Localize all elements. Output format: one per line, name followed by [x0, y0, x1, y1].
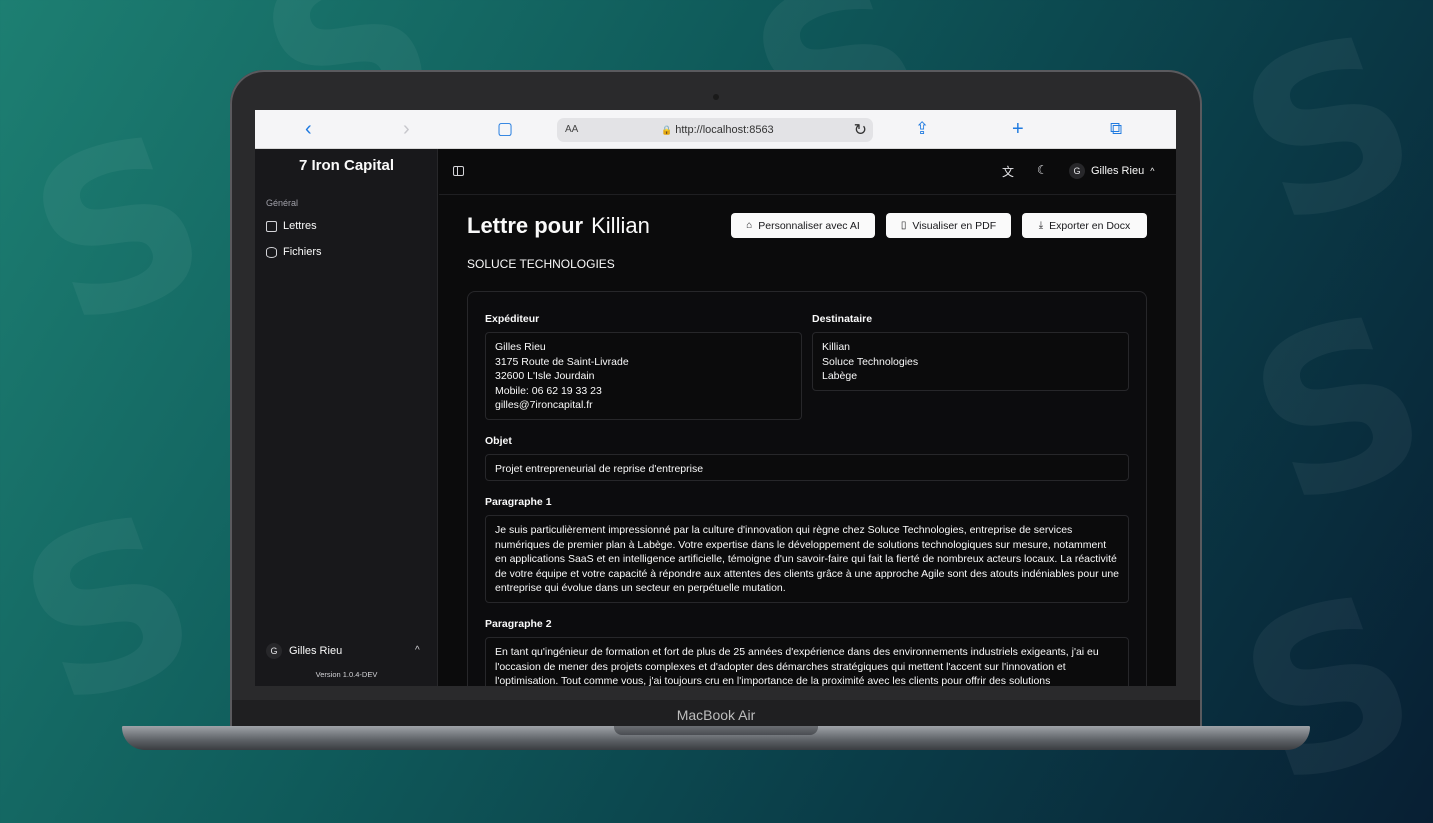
letters-icon: [266, 220, 277, 232]
tabs-overview-icon[interactable]: ⧉: [1110, 118, 1122, 140]
version-label: Version 1.0.4-DEV: [315, 670, 378, 679]
url-value: http://localhost:8563: [675, 124, 774, 136]
bookmarks-icon[interactable]: ▢: [497, 118, 513, 140]
url-text: 🔒 http://localhost:8563: [661, 124, 774, 136]
sidebar-user-menu[interactable]: G Gilles Rieu: [266, 643, 342, 659]
page-title: Lettre pour Killian: [467, 213, 650, 239]
letter-form-card: Expéditeur Gilles Rieu 3175 Route de Sai…: [467, 291, 1147, 686]
browser-toolbar: ‹ › ▢ AA 🔒 http://localhost:8563 ↻ ⇪ + ⧉: [255, 110, 1176, 149]
background-logo-mark: S: [0, 462, 228, 758]
company-name: SOLUCE TECHNOLOGIES: [467, 257, 615, 271]
background-logo-mark: S: [1210, 0, 1433, 278]
subject-label: Objet: [485, 435, 512, 447]
dark-mode-moon-icon[interactable]: ☾: [1037, 163, 1048, 177]
sidebar-section-label: Général: [266, 198, 299, 208]
lock-icon: 🔒: [661, 125, 673, 135]
back-icon[interactable]: ‹: [305, 118, 312, 140]
subject-input[interactable]: Projet entrepreneurial de reprise d'entr…: [485, 454, 1129, 481]
chevron-up-icon[interactable]: ^: [415, 645, 420, 656]
chevron-up-icon: ^: [1150, 166, 1155, 176]
translate-icon[interactable]: 文: [1002, 163, 1014, 180]
paragraph-2-textarea[interactable]: En tant qu'ingénieur de formation et for…: [485, 637, 1129, 686]
topbar-user-name: Gilles Rieu: [1091, 165, 1145, 177]
background-logo-mark: S: [1220, 262, 1433, 558]
sidebar-item-lettres[interactable]: Lettres: [266, 220, 317, 232]
avatar: G: [266, 643, 282, 659]
new-tab-icon[interactable]: +: [1012, 118, 1024, 140]
sender-label: Expéditeur: [485, 313, 540, 325]
robot-icon: ⌂: [746, 220, 753, 231]
sidebar-user-name: Gilles Rieu: [289, 645, 343, 657]
main-content: Lettre pour Killian SOLUCE TECHNOLOGIES ⌂…: [439, 196, 1176, 686]
reload-icon[interactable]: ↻: [854, 120, 867, 140]
sidebar-item-label: Lettres: [283, 220, 317, 232]
personalize-ai-label: Personnaliser avec AI: [758, 219, 860, 232]
export-docx-label: Exporter en Docx: [1049, 219, 1131, 232]
recipient-textarea[interactable]: Killian Soluce Technologies Labège: [812, 332, 1129, 391]
personalize-ai-button[interactable]: ⌂ Personnaliser avec AI: [731, 213, 875, 238]
database-icon: [266, 246, 277, 258]
address-bar[interactable]: AA 🔒 http://localhost:8563 ↻: [557, 118, 873, 142]
page-title-recipient: Killian: [591, 213, 650, 238]
device-label: MacBook Air: [676, 707, 756, 723]
sidebar: 7 Iron Capital Général Lettres Fichiers …: [255, 149, 438, 686]
forward-icon[interactable]: ›: [403, 118, 410, 140]
avatar: G: [1069, 163, 1085, 179]
brand-title[interactable]: 7 Iron Capital: [255, 157, 438, 174]
paragraph-1-textarea[interactable]: Je suis particulièrement impressionné pa…: [485, 515, 1129, 603]
paragraph-1-label: Paragraphe 1: [485, 496, 552, 508]
recipient-label: Destinataire: [812, 313, 873, 325]
view-pdf-label: Visualiser en PDF: [912, 219, 997, 232]
view-pdf-button[interactable]: ▯ Visualiser en PDF: [886, 213, 1011, 238]
sidebar-toggle-icon[interactable]: [453, 166, 464, 176]
sidebar-item-fichiers[interactable]: Fichiers: [266, 246, 322, 258]
export-docx-button[interactable]: ⤓ Exporter en Docx: [1022, 213, 1147, 238]
sidebar-item-label: Fichiers: [283, 246, 322, 258]
app-topbar: 文 ☾ G Gilles Rieu ^: [439, 149, 1176, 195]
laptop-hinge-notch: [614, 726, 818, 735]
paragraph-2-label: Paragraphe 2: [485, 618, 552, 630]
reader-aa-button[interactable]: AA: [565, 124, 578, 135]
sender-textarea[interactable]: Gilles Rieu 3175 Route de Saint-Livrade …: [485, 332, 802, 420]
page-title-prefix: Lettre pour: [467, 213, 584, 238]
share-icon[interactable]: ⇪: [915, 118, 929, 140]
background-logo-mark: S: [1210, 542, 1433, 823]
camera-icon: [713, 94, 719, 100]
document-icon: ▯: [900, 220, 907, 231]
download-icon: ⤓: [1038, 220, 1044, 231]
screen: ‹ › ▢ AA 🔒 http://localhost:8563 ↻ ⇪ + ⧉ …: [255, 110, 1176, 686]
background-logo-mark: S: [0, 82, 238, 378]
topbar-user-menu[interactable]: G Gilles Rieu ^: [1069, 163, 1154, 179]
